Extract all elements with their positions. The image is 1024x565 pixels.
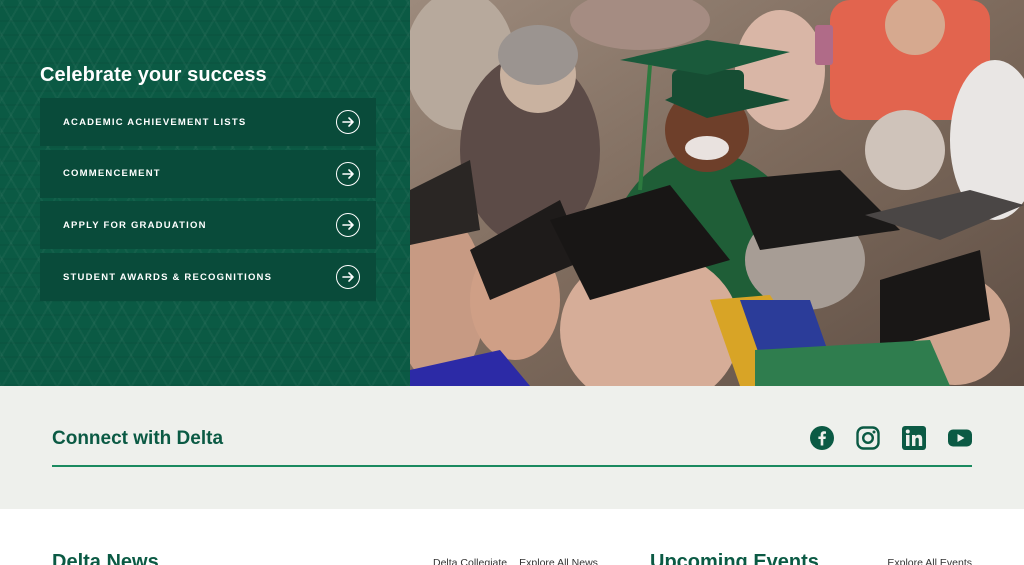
news-title: Delta News xyxy=(52,551,159,565)
social-links xyxy=(810,426,972,450)
arrow-right-circle-icon xyxy=(336,110,360,134)
youtube-icon[interactable] xyxy=(948,426,972,450)
arrow-right-circle-icon xyxy=(336,265,360,290)
news-events-section: Delta News Delta Collegiate Explore All … xyxy=(0,509,1024,565)
hero-link-list: ACADEMIC ACHIEVEMENT LISTS COMMENCEMENT … xyxy=(40,98,376,305)
apply-for-graduation-link[interactable]: APPLY FOR GRADUATION xyxy=(40,201,376,250)
linkedin-icon[interactable] xyxy=(902,426,926,450)
hero-link-label: COMMENCEMENT xyxy=(63,168,161,180)
connect-title: Connect with Delta xyxy=(52,428,224,449)
explore-all-events-link[interactable]: Explore All Events xyxy=(887,557,972,565)
hero-section: Celebrate your success ACADEMIC ACHIEVEM… xyxy=(0,0,1024,386)
commencement-link[interactable]: COMMENCEMENT xyxy=(40,149,376,198)
hero-link-label: ACADEMIC ACHIEVEMENT LISTS xyxy=(63,116,247,128)
hero-panel: Celebrate your success ACADEMIC ACHIEVEM… xyxy=(0,0,410,386)
connect-section: Connect with Delta xyxy=(0,386,1024,509)
delta-collegiate-link[interactable]: Delta Collegiate xyxy=(433,557,507,565)
events-title: Upcoming Events xyxy=(650,551,819,565)
instagram-icon[interactable] xyxy=(856,426,880,450)
hero-link-label: APPLY FOR GRADUATION xyxy=(63,219,207,231)
arrow-right-circle-icon xyxy=(336,213,360,238)
facebook-icon[interactable] xyxy=(810,426,834,450)
arrow-right-circle-icon xyxy=(336,161,360,186)
connect-divider xyxy=(52,465,972,467)
news-links: Delta Collegiate Explore All News xyxy=(433,557,598,565)
student-awards-link[interactable]: STUDENT AWARDS & RECOGNITIONS xyxy=(40,253,376,302)
graduation-photo xyxy=(410,0,1024,386)
academic-achievement-lists-link[interactable]: ACADEMIC ACHIEVEMENT LISTS xyxy=(40,98,376,146)
hero-title: Celebrate your success xyxy=(40,64,267,86)
hero-link-label: STUDENT AWARDS & RECOGNITIONS xyxy=(63,271,273,283)
graduation-photo-illustration xyxy=(410,0,1024,386)
explore-all-news-link[interactable]: Explore All News xyxy=(519,557,598,565)
